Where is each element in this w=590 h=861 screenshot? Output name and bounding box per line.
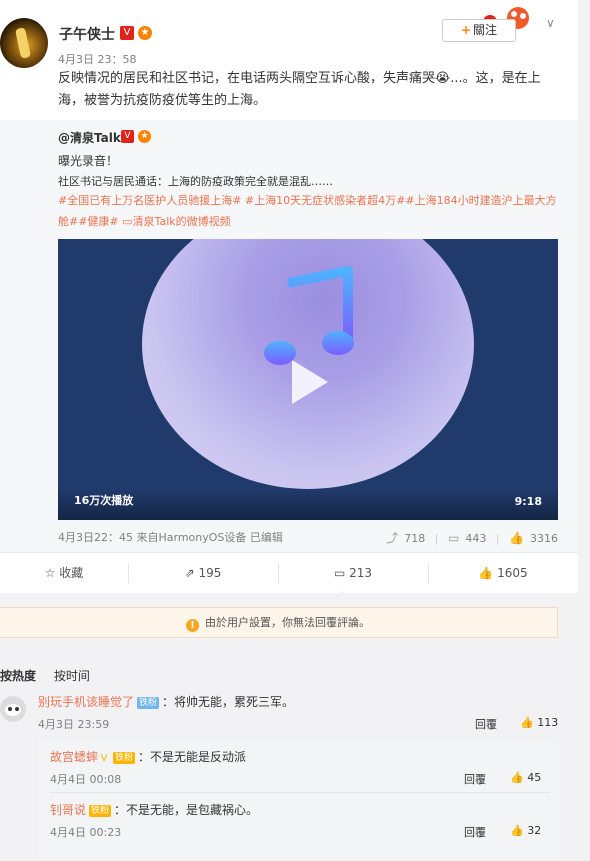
post-text: 反映情况的居民和社区书记，在电话两头隔空互诉心酸，失声痛哭😭...。这，是在上海… (58, 71, 541, 108)
comment-icon[interactable]: ▭ (448, 531, 459, 545)
fan-badge: 铁粉 (113, 752, 136, 764)
repost-text-line2: 社区书记与居民通话：上海的防疫政策完全就是混乱…… (58, 175, 333, 188)
reply-text: ：不是无能是反动派 (138, 750, 247, 764)
verified-v-icon: V (100, 753, 108, 764)
author-name[interactable]: 子午侠士 (59, 24, 115, 44)
repost-meta: 4月3日22：45 来自HarmonyOS设备 已编辑 (58, 531, 283, 544)
video-link-icon: ▭ (122, 215, 133, 228)
thumb-up-icon: 👍 (478, 566, 494, 580)
warning-icon: ! (186, 619, 199, 632)
repost-author[interactable]: @清泉Talk (58, 129, 121, 146)
repost-icon: ⇗ (184, 566, 195, 580)
video-views: 16万次播放 (74, 494, 134, 507)
member-crown-icon: ★ (138, 130, 151, 143)
reply-text: ：不是无能，是包藏祸心。 (114, 803, 259, 817)
comment-pointer (336, 591, 348, 597)
comment-button[interactable]: ▭ 213 (279, 553, 427, 593)
comment-time: 4月3日 23:59 (38, 718, 110, 731)
video-player[interactable]: 16万次播放 9:18 (58, 239, 558, 520)
favorite-button[interactable]: ☆ 收藏 (0, 553, 128, 593)
reply-button[interactable]: 回覆 (464, 771, 486, 787)
repost-card[interactable]: @清泉Talk V ★ 曝光录音！ 社区书记与居民通话：上海的防疫政策完全就是混… (0, 120, 578, 552)
thumb-up-icon[interactable]: 👍 (509, 531, 524, 545)
commenter-name[interactable]: 别玩手机该睡觉了 (38, 695, 134, 709)
reply-button[interactable]: 回覆 (464, 824, 486, 840)
post-time[interactable]: 4月3日 23：58 (58, 51, 137, 67)
reply-time: 4月4日 00:08 (50, 773, 122, 786)
reply-item: 故宫蟋蟀 V 铁粉 ：不是无能是反动派 (50, 748, 246, 765)
repost-icon[interactable]: ⤴ (386, 531, 398, 545)
video-duration: 9:18 (514, 495, 542, 508)
reply-like-button[interactable]: 👍 45 (510, 771, 541, 784)
comment: 别玩手机该睡觉了 铁粉 ：将帅无能，累死三军。 (38, 693, 294, 710)
repost-button[interactable]: ⇗ 195 (129, 553, 277, 593)
chevron-down-icon[interactable]: ∨ (546, 16, 560, 30)
comment-restriction-notice: ! 由於用户設置，你無法回覆評論。 (0, 607, 558, 638)
comment-icon: ▭ (333, 566, 346, 580)
fan-badge: 铁粉 (137, 697, 160, 709)
thumb-up-icon: 👍 (510, 771, 524, 784)
repost-text-line1: 曝光录音！ (58, 154, 119, 168)
member-crown-icon: ★ (138, 26, 152, 40)
thumb-up-icon: 👍 (520, 716, 534, 729)
author-avatar[interactable] (0, 18, 48, 68)
sort-by-hot[interactable]: 按热度 (0, 669, 36, 683)
reply-author[interactable]: 故宫蟋蟀 (50, 750, 98, 764)
reply-button[interactable]: 回覆 (475, 716, 497, 732)
reply-like-button[interactable]: 👍 32 (510, 824, 541, 837)
reply-author[interactable]: 钊哥说 (50, 803, 86, 817)
sort-by-time[interactable]: 按时间 (54, 669, 90, 683)
action-bar: ☆ 收藏 ⇗ 195 ▭ 213 👍 1605 (0, 552, 578, 597)
reply-list: 故宫蟋蟀 V 铁粉 ：不是无能是反动派 4月4日 00:08 回覆 👍 45 钊哥说铁… (38, 740, 558, 861)
star-icon: ☆ (44, 566, 56, 580)
repost-hashtags[interactable]: #全国已有上万名医护人员驰援上海# #上海10天无症状感染者超4万##上海184… (58, 190, 563, 232)
comment-text: ：将帅无能，累死三军。 (162, 695, 295, 709)
play-icon[interactable] (292, 360, 328, 404)
verified-v-icon: V (121, 130, 134, 143)
reply-item: 钊哥说 铁粉 ：不是无能，是包藏祸心。 (50, 801, 258, 818)
plus-icon: + (460, 23, 472, 37)
follow-button[interactable]: + 關注 (442, 19, 516, 42)
comment-like-button[interactable]: 👍 113 (520, 716, 558, 729)
commenter-avatar[interactable] (0, 696, 26, 722)
post-card: 子午侠士 V ★ 4月3日 23：58 反映情况的居民和社区书记，在电话两头隔空… (0, 0, 578, 597)
comment-sort: 按热度 按时间 (0, 667, 104, 684)
fan-badge: 铁粉 (89, 805, 112, 817)
reply-time: 4月4日 00:23 (50, 826, 122, 839)
music-note-icon (264, 266, 354, 365)
like-button[interactable]: 👍 1605 (429, 553, 577, 593)
thumb-up-icon: 👍 (510, 824, 524, 837)
repost-stats: ⤴ 718 | ▭ 443 | 👍 3316 (386, 531, 558, 545)
verified-v-icon: V (120, 26, 134, 40)
video-link[interactable]: 清泉Talk的微博视频 (133, 215, 231, 228)
